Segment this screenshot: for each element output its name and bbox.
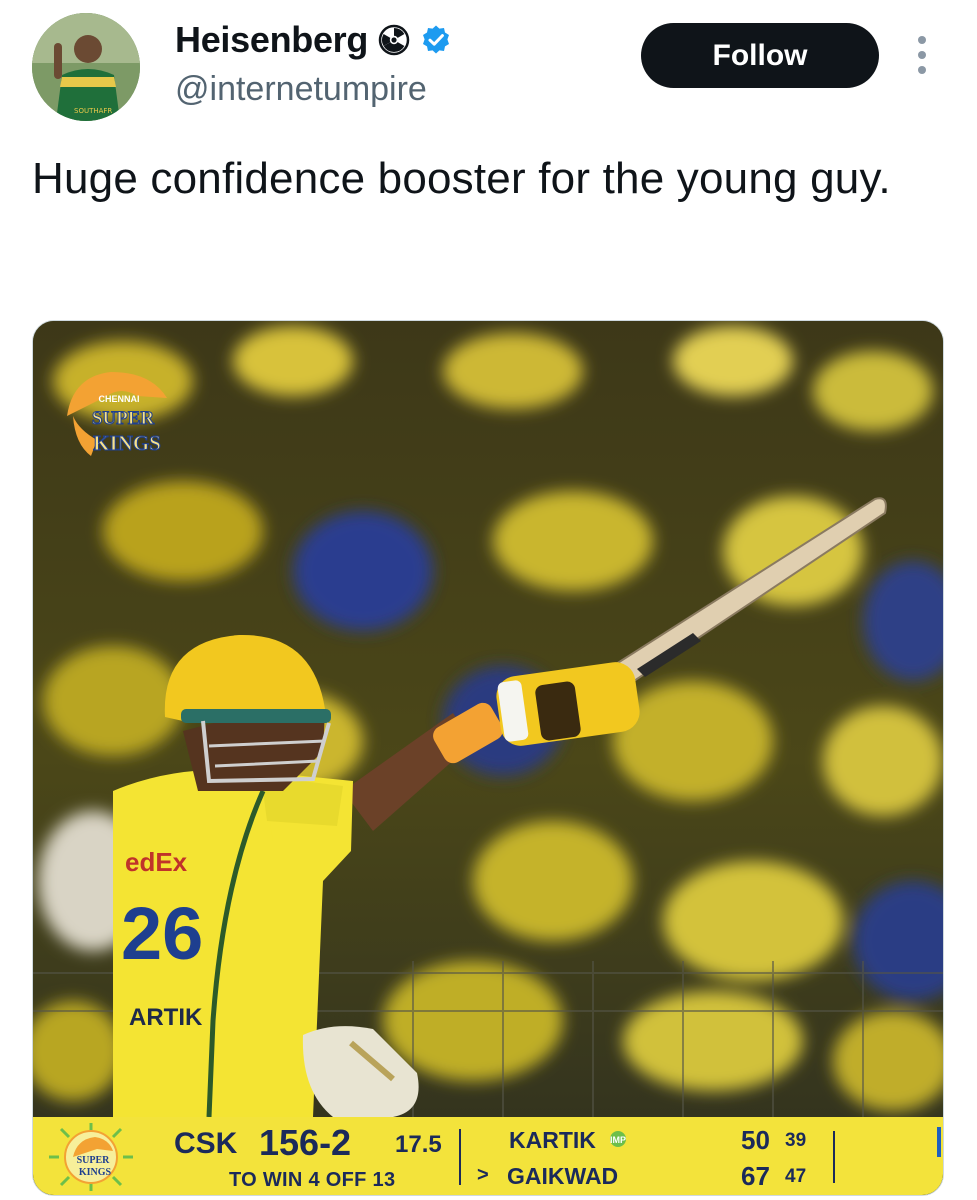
non-striker-runs: 67 [741,1161,770,1191]
sb-logo-line-3: KINGS [79,1167,112,1178]
scoreboard-bar: SUPER KINGS CSK 156-2 17.5 TO WIN 4 OFF … [33,1117,943,1195]
avatar-image: SOUTHAFR [32,13,140,121]
follow-button[interactable]: Follow [641,23,879,88]
csk-team-logo: CHENNAI SUPER KINGS [67,372,167,456]
name-row: Heisenberg [175,18,452,62]
score-edge-marker [937,1127,941,1157]
striker-balls: 39 [785,1130,807,1151]
score-overs: 17.5 [395,1131,442,1158]
display-name[interactable]: Heisenberg [175,19,368,61]
scoreboard-csk-logo: SUPER KINGS [49,1123,133,1191]
jersey-number-text: 26 [121,892,203,975]
non-striker-marker: > [477,1164,489,1186]
more-vertical-icon[interactable] [908,30,936,80]
non-striker-name: GAIKWAD [507,1163,619,1189]
score-total: 156-2 [259,1122,352,1163]
score-target: TO WIN 4 OFF 13 [229,1169,396,1191]
striker-runs: 50 [741,1125,770,1155]
tweet-media-image[interactable]: edEx 26 ARTIK CHENNAI SUPER KINGS SUPER … [32,320,944,1196]
non-striker-balls: 47 [785,1166,807,1187]
jersey-sponsor-text: edEx [125,847,188,877]
impact-badge-text: IMP [610,1135,626,1145]
author-handle[interactable]: @internetumpire [175,70,427,109]
verified-badge-icon [423,25,450,54]
radioactive-icon [378,24,410,56]
striker-name: KARTIK [509,1127,596,1153]
logo-line-3: KINGS [93,431,161,455]
tweet-text: Huge confidence booster for the young gu… [32,154,891,203]
avatar-shirt-text: SOUTHAFR [74,107,112,115]
logo-line-1: CHENNAI [98,394,139,404]
score-divider-1 [459,1129,461,1185]
author-avatar[interactable]: SOUTHAFR [32,13,140,121]
score-divider-2 [833,1131,835,1183]
logo-line-2: SUPER [92,408,155,429]
tweet-header: SOUTHAFR Heisenberg @internetumpire Foll… [0,0,977,130]
sb-logo-line-2: SUPER [77,1155,111,1166]
impact-player-badge: IMP [610,1131,626,1147]
score-team: CSK [174,1127,238,1160]
jersey-name-text: ARTIK [129,1004,203,1031]
